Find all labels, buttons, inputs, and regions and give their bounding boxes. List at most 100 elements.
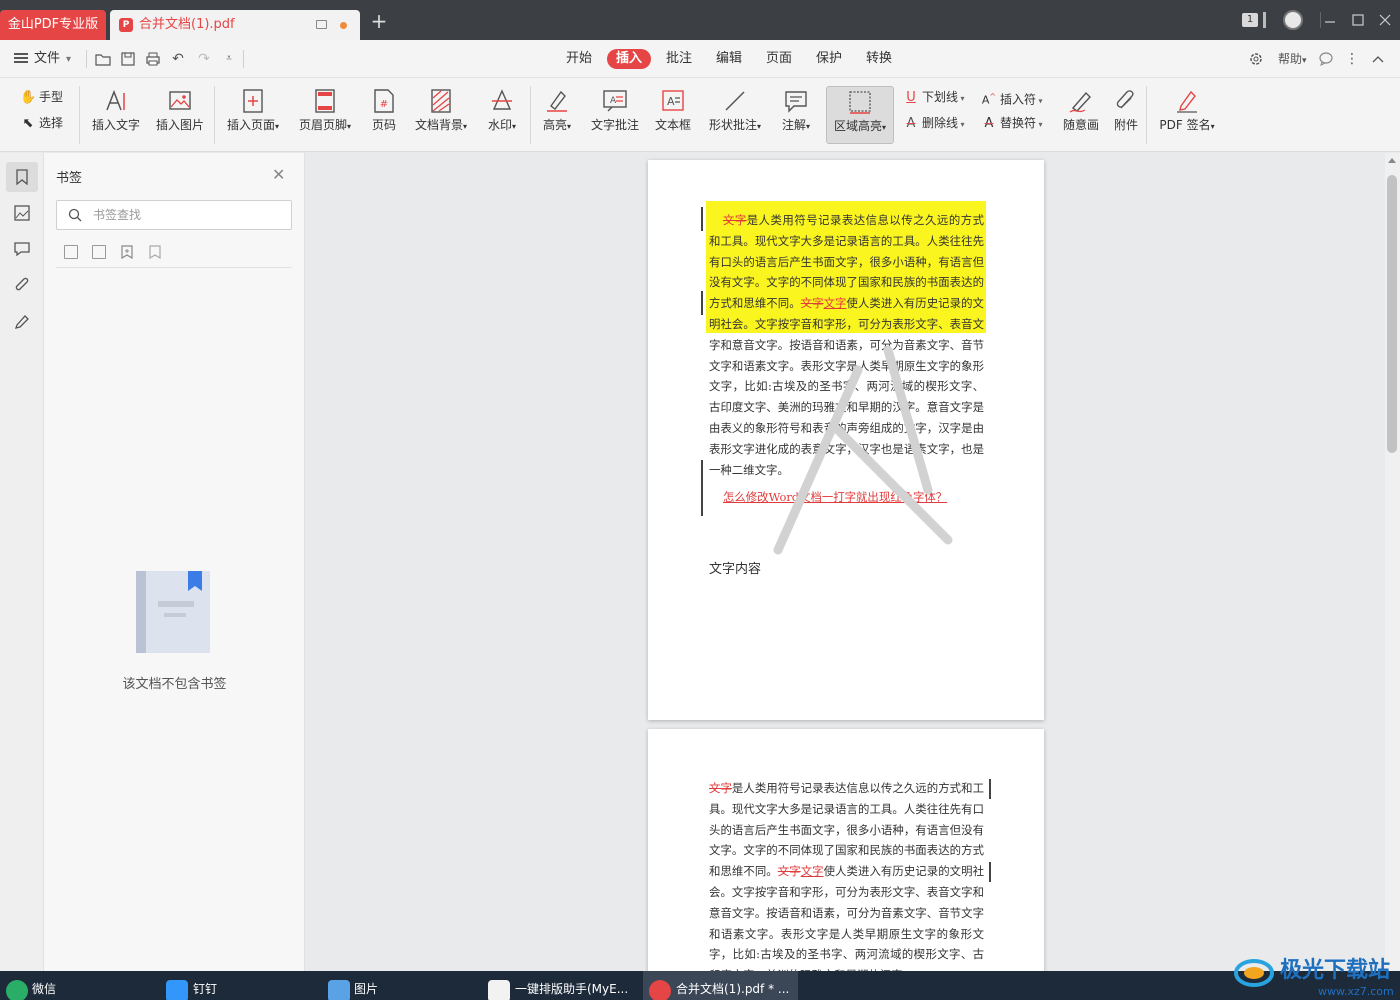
highlight-button[interactable]: 高亮▾: [537, 86, 577, 144]
change-bar: [701, 460, 703, 516]
open-folder-icon[interactable]: [95, 51, 111, 67]
svg-text:A: A: [667, 95, 675, 108]
page-number-icon: #: [374, 89, 394, 113]
freehand-button[interactable]: 随意画: [1060, 86, 1102, 144]
strikethrough-button[interactable]: A 删除线 ▾: [903, 113, 965, 133]
settings-gear-icon[interactable]: [1248, 51, 1264, 67]
bookmark-panel-button[interactable]: [6, 162, 38, 192]
tab-start[interactable]: 开始: [560, 49, 598, 69]
select-tool-button[interactable]: ⬉ 选择: [20, 113, 63, 133]
shape-annotation-button[interactable]: 形状批注▾: [703, 86, 767, 144]
tab-page[interactable]: 页面: [760, 49, 798, 69]
close-icon[interactable]: [1378, 10, 1392, 30]
note-button[interactable]: 注解▾: [776, 86, 816, 144]
attachment-button[interactable]: 附件: [1108, 86, 1144, 144]
taskbar-label: 图片: [354, 982, 379, 996]
text-annotation-button[interactable]: A 文字批注: [588, 86, 642, 144]
cursor-arrow-icon: ⬉: [22, 116, 34, 131]
tab-edit[interactable]: 编辑: [710, 49, 748, 69]
text-box-button[interactable]: A 文本框: [652, 86, 694, 144]
tab-protect[interactable]: 保护: [810, 49, 848, 69]
maximize-icon[interactable]: [1351, 10, 1365, 30]
doc-background-icon: [431, 89, 451, 113]
header-footer-button[interactable]: 页眉页脚▾: [294, 86, 356, 144]
insert-text-button[interactable]: 插入文字: [90, 86, 142, 144]
doc-background-button[interactable]: 文档背景▾: [410, 86, 472, 144]
chevron-down-icon: ▾: [958, 120, 965, 129]
file-menu[interactable]: 文件 ▾: [14, 50, 71, 68]
new-tab-button[interactable]: +: [370, 11, 388, 31]
insert-image-button[interactable]: 插入图片: [153, 86, 207, 144]
scroll-up-icon[interactable]: [1388, 158, 1396, 163]
note-comment-icon: [785, 91, 807, 113]
tab-annotate[interactable]: 批注: [660, 49, 698, 69]
freehand-label: 随意画: [1062, 118, 1099, 132]
taskbar-item-wechat[interactable]: 微信: [0, 971, 155, 1000]
taskbar-item-pdf[interactable]: 合并文档(1).pdf * ...: [643, 971, 798, 1000]
pdf-sign-button[interactable]: PDF 签名▾: [1154, 86, 1220, 144]
taskbar-item-layout-assistant[interactable]: 一键排版助手(MyE...: [485, 971, 637, 1000]
watermark-icon: [492, 89, 512, 110]
bookmark-search[interactable]: [56, 200, 292, 230]
taskbar-item-dingtalk[interactable]: 钉钉: [163, 971, 318, 1000]
delete-bookmark-icon[interactable]: [148, 245, 162, 262]
ribbon-divider: [79, 86, 80, 144]
more-vertical-icon[interactable]: ⋮: [1344, 51, 1360, 67]
undo-icon[interactable]: ↶: [170, 51, 186, 67]
redo-icon[interactable]: ↷: [196, 51, 212, 67]
watermark-label: 水印▾: [487, 118, 517, 132]
hand-tool-label: 手型: [39, 90, 64, 104]
document-tab[interactable]: P 合并文档(1).pdf: [110, 10, 360, 40]
shape-annotation-label: 形状批注▾: [708, 118, 762, 132]
taskbar-label: 合并文档(1).pdf * ...: [676, 982, 790, 996]
collapse-ribbon-icon[interactable]: [1370, 51, 1386, 67]
avatar[interactable]: [1283, 10, 1303, 30]
watermark-button[interactable]: 水印▾: [482, 86, 522, 144]
collapse-bookmarks-icon[interactable]: [92, 245, 106, 259]
hand-tool-button[interactable]: ✋ 手型: [20, 87, 63, 107]
screen-icon[interactable]: [316, 20, 327, 29]
customize-dropdown-icon[interactable]: ⩡: [221, 51, 237, 67]
vertical-scrollbar[interactable]: [1385, 153, 1400, 971]
area-highlight-button[interactable]: 区域高亮▾: [826, 86, 894, 144]
highlighter-icon: [547, 90, 567, 112]
select-tool-label: 选择: [39, 116, 64, 130]
tab-insert[interactable]: 插入: [607, 49, 651, 69]
pdf-page-2[interactable]: 文字是人类用符号记录表达信息以传之久远的方式和工具。现代文字大多是记录语言的工具…: [648, 729, 1044, 971]
help-menu[interactable]: 帮助▾: [1278, 49, 1307, 71]
thumbnail-panel-button[interactable]: [6, 198, 38, 228]
pdf-file-icon: P: [119, 18, 133, 32]
search-input[interactable]: [93, 206, 283, 224]
minimize-icon[interactable]: [1323, 10, 1337, 30]
close-icon[interactable]: ✕: [272, 165, 285, 184]
app-tab[interactable]: 金山PDF专业版: [0, 10, 106, 40]
document-view[interactable]: 文字是人类用符号记录表达信息以传之久远的方式和工具。现代文字大多是记录语言的工具…: [305, 153, 1385, 971]
svg-text:#: #: [380, 99, 388, 110]
hand-icon: ✋: [20, 90, 37, 105]
paperclip-icon: [1116, 90, 1134, 109]
comments-panel-button[interactable]: [6, 234, 38, 264]
print-icon[interactable]: [145, 51, 161, 67]
taskbar-item-photos[interactable]: 图片: [325, 971, 480, 1000]
underline-button[interactable]: U 下划线 ▾: [903, 87, 964, 107]
page-count-badge[interactable]: 1: [1242, 13, 1258, 27]
insert-page-button[interactable]: 插入页面▾: [222, 86, 284, 144]
replace-symbol-button[interactable]: A 替换符 ▾: [981, 113, 1043, 133]
bookmark-panel: 书签 ✕ 该文档不包含书签: [44, 153, 305, 971]
replace-symbol-label: 替换符: [1000, 116, 1037, 130]
expand-bookmarks-icon[interactable]: [64, 245, 78, 259]
pdf-page-1[interactable]: 文字是人类用符号记录表达信息以传之久远的方式和工具。现代文字大多是记录语言的工具…: [648, 160, 1044, 720]
scrollbar-thumb[interactable]: [1387, 175, 1397, 453]
feedback-icon[interactable]: [1318, 51, 1334, 67]
attachments-panel-button[interactable]: [6, 270, 38, 300]
add-bookmark-icon[interactable]: [120, 245, 134, 262]
insert-symbol-button[interactable]: A^ 插入符 ▾: [981, 87, 1043, 107]
tab-convert[interactable]: 转换: [860, 49, 898, 69]
page-number-button[interactable]: # 页码: [366, 86, 402, 144]
replace-icon: A: [984, 116, 994, 131]
insert-page-label: 插入页面▾: [226, 118, 280, 132]
insert-text-label: 插入文字: [91, 118, 140, 132]
save-icon[interactable]: [120, 51, 136, 67]
signature-panel-button[interactable]: [6, 306, 38, 336]
insert-symbol-label: 插入符: [1000, 92, 1037, 107]
